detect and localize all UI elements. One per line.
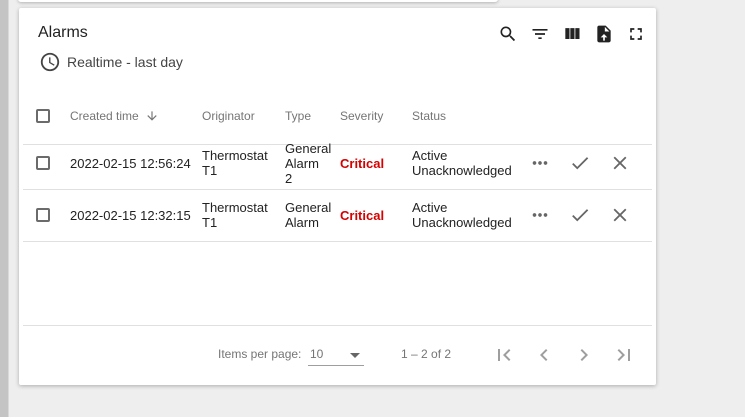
export-icon[interactable]	[594, 24, 614, 44]
next-page-icon[interactable]	[572, 343, 596, 367]
sort-arrow-down-icon	[147, 111, 157, 121]
clock-icon	[40, 52, 60, 72]
page-range-label: 1 – 2 of 2	[401, 347, 452, 361]
column-header-originator[interactable]: Originator	[202, 88, 255, 144]
items-per-page-label: Items per page:	[218, 347, 302, 361]
previous-page-icon[interactable]	[532, 343, 556, 367]
created-time-cell: 2022-02-15 12:56:24	[70, 155, 191, 171]
row-checkbox[interactable]	[36, 156, 50, 170]
column-header-created-time[interactable]: Created time	[70, 88, 159, 144]
dropdown-arrow-icon	[350, 353, 360, 358]
left-panel-edge	[8, 0, 9, 417]
alarms-widget: Alarms Realtime - last day Created time	[19, 8, 656, 385]
clear-close-icon[interactable]	[608, 151, 632, 175]
column-label: Severity	[340, 109, 384, 123]
more-actions-icon[interactable]	[528, 151, 552, 175]
time-window[interactable]: Realtime - last day	[39, 51, 183, 73]
type-cell: General Alarm	[285, 200, 332, 230]
select-all-cell	[36, 88, 50, 144]
first-page-icon[interactable]	[492, 343, 516, 367]
column-header-status[interactable]: Status	[412, 88, 446, 144]
row-checkbox[interactable]	[36, 208, 50, 222]
column-label: Created time	[70, 109, 139, 123]
column-header-type[interactable]: Type	[285, 88, 311, 144]
acknowledge-check-icon[interactable]	[568, 203, 592, 227]
status-cell: Active Unacknowledged	[412, 148, 512, 178]
widget-title: Alarms	[38, 24, 88, 41]
fullscreen-icon[interactable]	[626, 24, 646, 44]
paginator-divider	[23, 325, 652, 326]
more-actions-icon[interactable]	[528, 203, 552, 227]
column-label: Type	[285, 109, 312, 123]
search-icon[interactable]	[498, 24, 518, 44]
row-select-cell	[36, 189, 50, 241]
originator-cell: Thermostat T1	[202, 200, 268, 230]
column-header-severity[interactable]: Severity	[340, 88, 383, 144]
table-row[interactable]: 2022-02-15 12:32:15 Thermostat T1 General…	[23, 189, 652, 242]
status-cell: Active Unacknowledged	[412, 200, 512, 230]
severity-cell: Critical	[340, 155, 385, 171]
items-per-page-value: 10	[310, 347, 324, 361]
column-label: Status	[412, 109, 447, 123]
column-label: Originator	[202, 109, 255, 123]
table-row[interactable]: 2022-02-15 12:56:24 Thermostat T1 General…	[23, 137, 652, 190]
widget-toolbar	[498, 24, 646, 44]
time-window-label: Realtime - last day	[67, 54, 183, 70]
row-select-cell	[36, 137, 50, 189]
left-panel-strip	[0, 0, 8, 417]
items-per-page-select[interactable]: 10	[308, 345, 364, 366]
last-page-icon[interactable]	[612, 343, 636, 367]
acknowledge-check-icon[interactable]	[568, 151, 592, 175]
created-time-cell: 2022-02-15 12:32:15	[70, 207, 191, 223]
severity-cell: Critical	[340, 207, 385, 223]
originator-cell: Thermostat T1	[202, 148, 268, 178]
type-cell: General Alarm 2	[285, 140, 332, 186]
clear-close-icon[interactable]	[608, 203, 632, 227]
columns-icon[interactable]	[562, 24, 582, 44]
filter-icon[interactable]	[530, 24, 550, 44]
widget-above-edge	[18, 0, 498, 2]
select-all-checkbox[interactable]	[36, 109, 50, 123]
